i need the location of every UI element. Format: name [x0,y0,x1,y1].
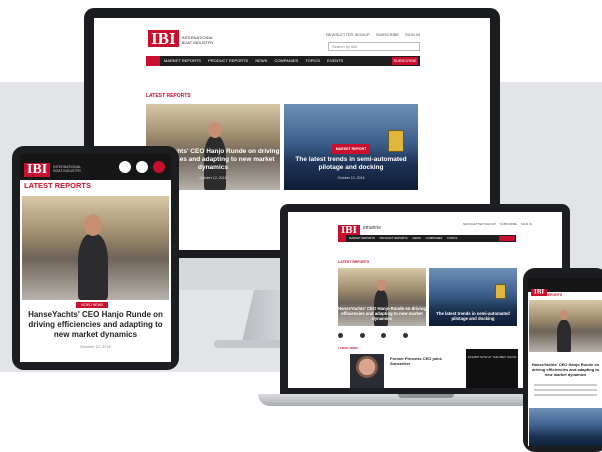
phone-text-lines [534,384,597,399]
home-icon[interactable] [338,235,346,242]
tablet-header: IBI INTERNATIONAL BOAT INDUSTRY [20,154,171,180]
nav-news[interactable]: NEWS [255,58,267,63]
logo-tagline: INTERNATIONAL BOAT INDUSTRY [53,164,82,173]
nav-product-reports[interactable]: PRODUCT REPORTS [208,58,248,63]
card-title: MARKET REPORT The latest trends in semi-… [284,144,418,182]
desktop-nav: MARKET REPORTS PRODUCT REPORTS NEWS COMP… [146,56,420,66]
circle-icon [359,333,365,338]
nav-companies[interactable]: COMPANIES [426,236,443,240]
report-card-hanseyachts[interactable]: HanseYachts' CEO Hanjo Runde on driving … [338,268,426,326]
laptop-screen: IBI emarine NEWSLETTER SIGNUP SUBSCRIBE S… [288,212,562,388]
nav-product-reports[interactable]: PRODUCT REPORTS [380,236,408,240]
newsletter-link[interactable]: NEWSLETTER SIGNUP [326,32,370,37]
laptop-nav: MARKET REPORTS PRODUCT REPORTS NEWS COMP… [338,235,516,242]
signin-link[interactable]: SIGN IN [405,32,420,37]
menu-icon[interactable] [153,161,165,173]
person-figure [557,320,571,352]
subscribe-link[interactable]: SUBSCRIBE [376,32,399,37]
person-head [560,310,568,320]
card-title: HanseYachts' CEO Hanjo Runde on driving … [338,306,426,321]
report-card-pilotage[interactable]: The latest trends in semi-automated pilo… [429,268,517,326]
tablet-screen: IBI INTERNATIONAL BOAT INDUSTRY LATEST RE… [20,154,171,362]
phone-screen: IBI LATEST REPORTS HanseYachts' CEO Hanj… [528,278,602,446]
hero-image[interactable] [529,300,602,352]
video-news-tag: VIDEO NEWS [76,302,109,308]
tablet-logo[interactable]: IBI INTERNATIONAL BOAT INDUSTRY [24,160,83,178]
tablet-date: October 12, 2016 [80,344,111,349]
card-title: The latest trends in semi-automated pilo… [436,311,510,321]
subscribe-link[interactable]: SUBSCRIBE [500,222,517,226]
subscribe-button[interactable]: SUBSCRIBE [392,57,418,65]
card-tag: MARKET REPORT [331,144,371,154]
latest-news-heading: LATEST NEWS [338,346,358,350]
subscribe-button[interactable] [499,236,515,241]
nav-topics[interactable]: TOPICS [447,236,457,240]
logo-mark: IBI [24,163,51,177]
latest-reports-heading: LATEST REPORTS [146,93,191,99]
circle-icon [381,333,387,338]
advertisement[interactable]: EXHIBIT NOW AT THE IBEX SHOW [466,349,518,388]
nav-companies[interactable]: COMPANIES [274,58,298,63]
nav-topics[interactable]: TOPICS [305,58,320,63]
search-input[interactable]: Search by title [328,42,420,51]
latest-reports-heading: LATEST REPORTS [531,293,563,297]
tablet-headline[interactable]: HanseYachts' CEO Hanjo Runde on driving … [26,310,165,340]
laptop-notch [398,394,454,398]
desktop-logo[interactable]: IBI INTERNATIONAL BOAT INDUSTRY [148,30,216,49]
phone-header: IBI [528,278,602,296]
phone-headline[interactable]: HanseYachts' CEO Hanjo Runde on driving … [531,362,600,377]
circle-icon [403,333,409,338]
circle-icon [338,333,343,338]
person-figure [78,234,108,300]
logo-mark: IBI [148,30,179,47]
logo-tagline: INTERNATIONAL BOAT INDUSTRY [181,34,214,45]
portrait-image [350,354,384,388]
laptop-link-row [338,333,518,339]
person-head [208,122,222,138]
nav-events[interactable]: EVENTS [327,58,343,63]
person-head [84,214,102,236]
person-head [377,280,386,291]
desktop-header: IBI INTERNATIONAL BOAT INDUSTRY NEWSLETTE… [94,18,490,56]
report-card-pilotage[interactable] [529,408,602,446]
desktop-toplinks: NEWSLETTER SIGNUP SUBSCRIBE SIGN IN [321,32,420,37]
hero-image[interactable] [22,196,169,300]
nav-news[interactable]: NEWS [412,236,420,240]
home-icon[interactable] [146,56,160,66]
laptop-toplinks: NEWSLETTER SIGNUP SUBSCRIBE SIGN IN [460,222,532,226]
latest-reports-heading: LATEST REPORTS [338,260,370,264]
logo-suffix: emarine [362,225,381,232]
news-story-title[interactable]: Former Princess CEO joins Sunseeker [390,356,450,366]
signin-link[interactable]: SIGN IN [521,222,532,226]
device-image [495,284,506,299]
newsletter-link[interactable]: NEWSLETTER SIGNUP [463,222,496,226]
latest-reports-heading: LATEST REPORTS [24,181,91,190]
report-card-pilotage[interactable]: MARKET REPORT The latest trends in semi-… [284,104,418,190]
user-icon[interactable] [119,161,131,173]
card-date: October 12, 2016 [337,176,365,180]
search-icon[interactable] [136,161,148,173]
nav-market-reports[interactable]: MARKET REPORTS [164,58,201,63]
nav-market-reports[interactable]: MARKET REPORTS [349,236,375,240]
